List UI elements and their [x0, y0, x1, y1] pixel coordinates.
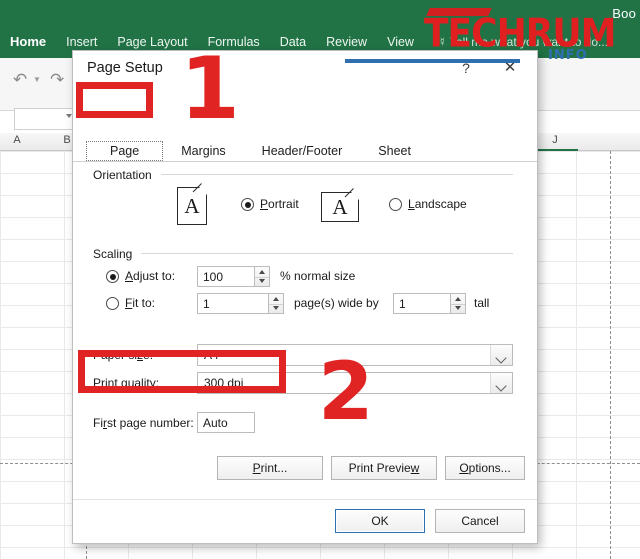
fit-to-label-rest: it to:	[132, 296, 155, 310]
print-quality-value: 300 dpi	[204, 376, 243, 390]
landscape-radio[interactable]	[389, 198, 402, 211]
name-box[interactable]	[14, 108, 78, 130]
print-preview-button[interactable]: Print Preview	[331, 456, 437, 480]
spinner-divider	[451, 304, 465, 305]
dialog-title-bar[interactable]: Page Setup ? ✕	[73, 51, 537, 87]
fit-to-tall-text: tall	[474, 296, 489, 310]
adjust-to-label[interactable]: Adjust to:	[125, 269, 175, 283]
ribbon-tab-review[interactable]: Review	[316, 33, 377, 51]
adjust-to-radio[interactable]	[106, 270, 119, 283]
spinner-down-icon[interactable]	[273, 306, 279, 310]
close-x-icon[interactable]: ✕	[495, 55, 525, 81]
landscape-page-icon[interactable]: A	[321, 192, 359, 222]
question-mark-icon[interactable]: ?	[451, 55, 481, 81]
options-button[interactable]: Options...	[445, 456, 525, 480]
tab-header-footer[interactable]: Header/Footer	[244, 141, 361, 161]
fit-to-wide-spinner[interactable]	[269, 293, 284, 314]
dialog-tab-strip: Page Margins Header/Footer Sheet	[86, 137, 429, 161]
spinner-divider	[255, 277, 269, 278]
portrait-label[interactable]: Portrait	[260, 197, 299, 211]
spinner-down-icon[interactable]	[259, 279, 265, 283]
lightbulb-icon: ☿	[438, 33, 447, 51]
adjust-to-input[interactable]: 100	[197, 266, 255, 287]
ribbon-tab-home[interactable]: Home	[0, 33, 56, 51]
dialog-title: Page Setup	[87, 60, 163, 76]
ribbon-tab-insert[interactable]: Insert	[56, 33, 107, 51]
footer-divider	[73, 499, 537, 500]
ribbon-tab-view[interactable]: View	[377, 33, 424, 51]
scaling-group-label: Scaling	[93, 247, 137, 261]
page-break-line-vertical	[610, 151, 611, 559]
tell-me-label: Tell me what you want to do...	[450, 35, 608, 49]
orientation-group-label: Orientation	[93, 168, 157, 182]
fit-to-tall-spinner[interactable]	[451, 293, 466, 314]
tab-margins[interactable]: Margins	[163, 141, 243, 161]
landscape-label[interactable]: Landscape	[408, 197, 467, 211]
undo-dropdown-icon[interactable]: ▼	[33, 75, 41, 84]
tell-me-search[interactable]: ☿Tell me what you want to do...	[438, 33, 608, 51]
ok-button[interactable]: OK	[335, 509, 425, 533]
adjust-to-suffix: % normal size	[280, 269, 355, 283]
ribbon-tab-data[interactable]: Data	[270, 33, 316, 51]
print-quality-combo[interactable]: 300 dpi	[197, 372, 513, 394]
chevron-down-icon[interactable]	[490, 345, 512, 365]
fit-to-wide-input[interactable]: 1	[197, 293, 269, 314]
column-header-a[interactable]: A	[4, 134, 30, 146]
column-header-j[interactable]: J	[542, 134, 568, 146]
undo-arrow-icon[interactable]: ↶	[13, 70, 27, 90]
cancel-button[interactable]: Cancel	[435, 509, 525, 533]
tabstrip-divider	[73, 161, 537, 162]
portrait-radio[interactable]	[241, 198, 254, 211]
tab-sheet[interactable]: Sheet	[360, 141, 429, 161]
page-setup-dialog[interactable]: Page Setup ? ✕ Page Margins Header/Foote…	[72, 50, 538, 544]
ribbon-tab-page-layout[interactable]: Page Layout	[107, 33, 197, 51]
spinner-down-icon[interactable]	[455, 306, 461, 310]
portrait-page-icon[interactable]: A	[177, 187, 207, 225]
spinner-up-icon[interactable]	[273, 297, 279, 301]
fit-to-label[interactable]: Fit to:	[125, 296, 155, 310]
fit-to-tall-input[interactable]: 1	[393, 293, 451, 314]
spinner-up-icon[interactable]	[259, 270, 265, 274]
paper-size-label: Paper size:	[93, 348, 153, 362]
portrait-label-rest: ortrait	[268, 197, 299, 211]
print-button[interactable]: Print...	[217, 456, 323, 480]
workbook-title: Boo	[612, 6, 636, 21]
paper-size-combo[interactable]: A4	[197, 344, 513, 366]
landscape-label-rest: andscape	[415, 197, 467, 211]
ribbon-tab-formulas[interactable]: Formulas	[198, 33, 270, 51]
spinner-up-icon[interactable]	[455, 297, 461, 301]
first-page-number-input[interactable]: Auto	[197, 412, 255, 433]
paper-size-value: A4	[204, 348, 219, 362]
redo-arrow-icon[interactable]: ↷	[50, 70, 64, 90]
print-quality-label: Print quality:	[93, 376, 159, 390]
spinner-divider	[269, 304, 283, 305]
tab-page[interactable]: Page	[86, 141, 163, 161]
fit-to-radio[interactable]	[106, 297, 119, 310]
fit-to-middle-text: page(s) wide by	[294, 296, 379, 310]
orientation-group-rule	[161, 174, 513, 175]
adjust-to-spinner[interactable]	[255, 266, 270, 287]
adjust-to-label-rest: djust to:	[133, 269, 175, 283]
chevron-down-icon[interactable]	[490, 373, 512, 393]
scaling-group-rule	[141, 253, 513, 254]
first-page-number-label: First page number:	[93, 416, 194, 430]
